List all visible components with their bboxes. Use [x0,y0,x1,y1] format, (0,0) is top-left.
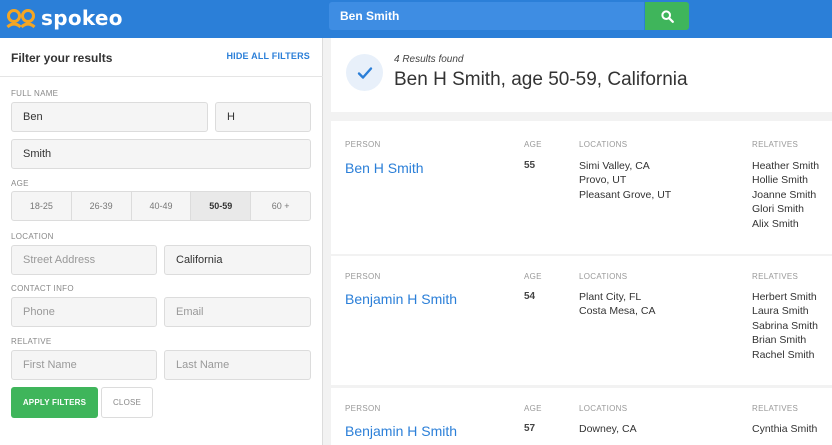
relative-item: Herbert Smith [752,291,817,303]
age-column-header: AGE [524,272,542,281]
hide-all-filters-link[interactable]: HIDE ALL FILTERS [226,51,310,61]
relative-item: Glori Smith [752,203,804,216]
locations-column-header: LOCATIONS [579,272,628,281]
person-column-header: PERSON [345,140,381,149]
age-column-header: AGE [524,404,542,413]
relative-item: Sabrina Smith [752,319,818,332]
check-icon [357,66,372,79]
age-range-selector: 18-25 26-39 40-49 50-59 60 + [11,191,311,221]
location-item: Pleasant Grove, UT [579,188,672,201]
check-badge [346,54,383,91]
full-name-label: FULL NAME [11,89,59,98]
location-item: Downey, CA [579,423,637,435]
locations-column-header: LOCATIONS [579,140,628,149]
age-option-18-25[interactable]: 18-25 [12,192,72,220]
top-bar: spokeo [0,0,832,38]
relative-last-name-field[interactable]: Last Name [164,350,311,380]
relatives-column-header: RELATIVES [752,272,799,281]
person-column-header: PERSON [345,272,381,281]
location-label: LOCATION [11,232,54,241]
location-list: Plant City, FL Costa Mesa, CA [579,290,655,319]
age-column-header: AGE [524,140,542,149]
location-item: Simi Valley, CA [579,160,650,172]
relative-item: Hollie Smith [752,174,809,187]
first-name-field[interactable]: Ben [11,102,208,132]
relative-item: Brian Smith [752,334,807,347]
age-option-40-49[interactable]: 40-49 [132,192,192,220]
brand-name: spokeo [41,6,123,30]
location-item: Costa Mesa, CA [579,305,656,318]
relative-item: Laura Smith [752,305,809,318]
contact-info-label: CONTACT INFO [11,284,74,293]
relatives-list: Herbert Smith Laura Smith Sabrina Smith … [752,290,818,362]
person-age: 57 [524,423,536,434]
relative-label: RELATIVE [11,337,52,346]
spokeo-logo-icon [6,9,36,29]
relatives-list: Heather Smith Hollie Smith Joanne Smith … [752,159,819,231]
result-card: PERSON AGE LOCATIONS RELATIVES Benjamin … [331,256,832,385]
relatives-column-header: RELATIVES [752,404,799,413]
filter-sidebar: Filter your results HIDE ALL FILTERS FUL… [0,38,323,445]
phone-field[interactable]: Phone [11,297,157,327]
street-address-field[interactable]: Street Address [11,245,157,275]
locations-column-header: LOCATIONS [579,404,628,413]
results-count: 4 Results found [394,54,464,65]
person-age: 54 [524,291,536,302]
person-name-link[interactable]: Benjamin H Smith [345,291,457,307]
last-name-field[interactable]: Smith [11,139,311,169]
filter-title: Filter your results [11,51,113,65]
age-label: AGE [11,179,29,188]
relative-item: Alix Smith [752,217,799,230]
relative-first-name-field[interactable]: First Name [11,350,157,380]
result-card: PERSON AGE LOCATIONS RELATIVES Benjamin … [331,388,832,445]
middle-initial-field[interactable]: H [215,102,311,132]
location-list: Simi Valley, CA Provo, UT Pleasant Grove… [579,159,671,202]
state-field[interactable]: California [164,245,311,275]
person-age: 55 [524,160,536,171]
divider [0,76,323,77]
search-input[interactable] [329,2,644,30]
search-button[interactable] [645,2,689,30]
relative-item: Cynthia Smith [752,423,818,435]
relatives-column-header: RELATIVES [752,140,799,149]
person-name-link[interactable]: Ben H Smith [345,160,424,176]
relative-item: Heather Smith [752,160,820,172]
page-title: Ben H Smith, age 50-59, California [394,69,688,90]
age-option-50-59[interactable]: 50-59 [191,192,252,220]
location-list: Downey, CA [579,422,637,436]
result-card: PERSON AGE LOCATIONS RELATIVES Ben H Smi… [331,121,832,254]
age-option-60-plus[interactable]: 60 + [251,192,310,220]
location-item: Provo, UT [579,174,627,187]
relative-item: Joanne Smith [752,188,817,201]
email-field[interactable]: Email [164,297,311,327]
location-item: Plant City, FL [579,291,642,303]
relatives-list: Cynthia Smith [752,422,817,436]
results-summary: 4 Results found Ben H Smith, age 50-59, … [331,38,832,112]
apply-filters-button[interactable]: APPLY FILTERS [11,387,98,418]
spokeo-logo[interactable]: spokeo [6,6,123,30]
person-name-link[interactable]: Benjamin H Smith [345,423,457,439]
search-icon [660,9,674,23]
relative-item: Rachel Smith [752,348,815,361]
age-option-26-39[interactable]: 26-39 [72,192,132,220]
close-button[interactable]: CLOSE [101,387,153,418]
person-column-header: PERSON [345,404,381,413]
